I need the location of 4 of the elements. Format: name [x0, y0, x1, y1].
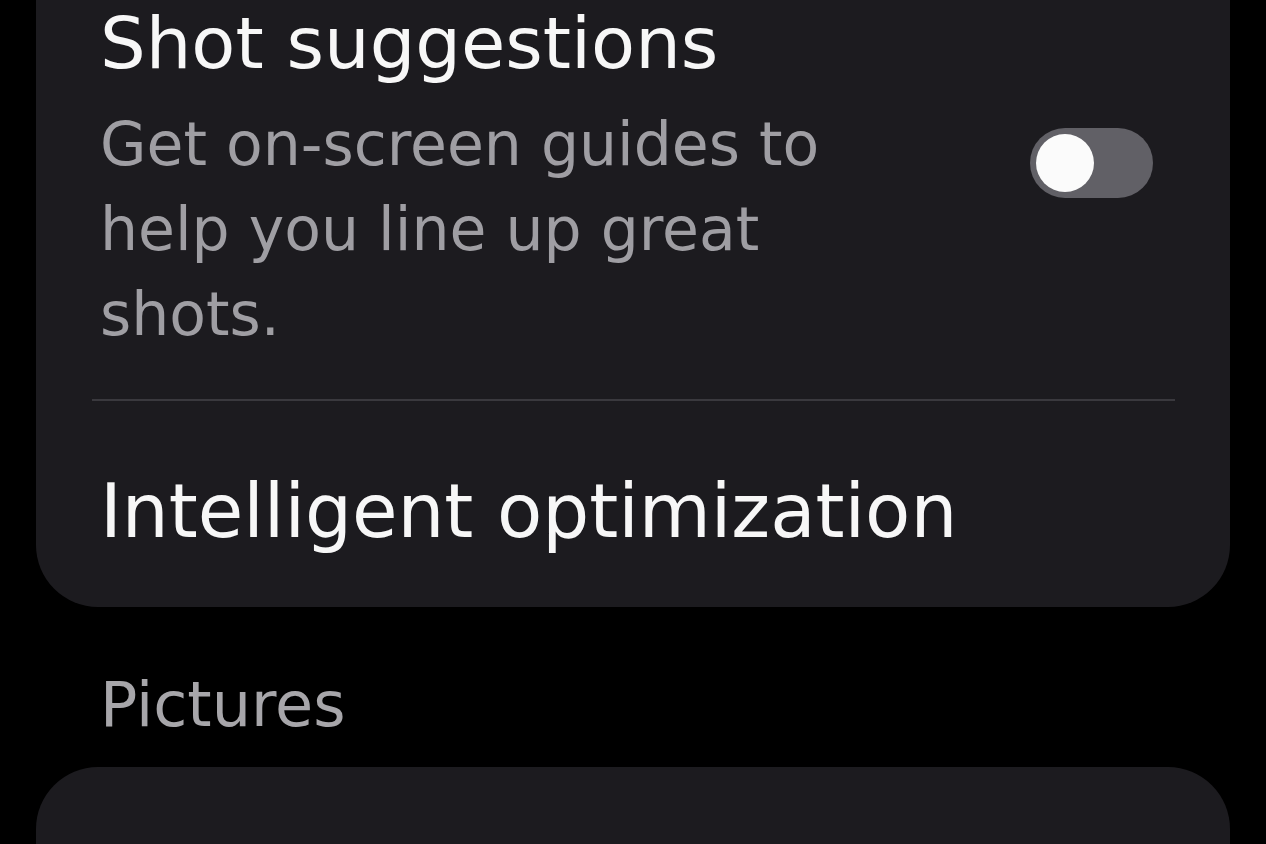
setting-title: Shot suggestions — [100, 1, 720, 85]
setting-description: Get on-screen guides to help you line up great shots. — [100, 108, 821, 351]
section-header: Pictures — [100, 668, 346, 742]
menu-item[interactable]: Intelligent optimization — [100, 468, 958, 554]
